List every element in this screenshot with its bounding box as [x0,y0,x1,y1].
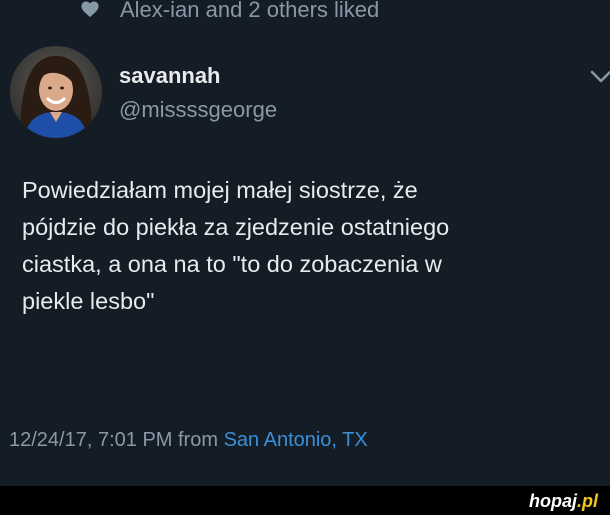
author-name[interactable]: savannah [119,62,221,90]
avatar[interactable] [10,46,102,138]
author-handle[interactable]: @missssgeorge [119,96,277,124]
watermark-logo: hopaj.pl [529,487,598,515]
watermark-name: hopaj [529,491,577,511]
chevron-down-icon[interactable] [590,70,610,84]
tweet-text-line: ciastka, a ona na to "to do zobaczenia w [22,251,442,277]
tweet-card: Alex-ian and 2 others liked savannah @mi… [0,0,610,486]
timestamp: 12/24/17, 7:01 PM from [9,429,224,451]
tweet-text: Powiedziałam mojej małej siostrze, że pó… [22,172,602,320]
social-context-text: Alex-ian and 2 others liked [120,0,380,22]
avatar-photo [10,46,102,138]
watermark-bar [0,486,610,515]
location-link[interactable]: San Antonio, TX [224,429,368,451]
heart-icon [81,1,99,18]
watermark-tld: .pl [577,491,598,511]
tweet-text-line: Powiedziałam mojej małej siostrze, że [22,177,418,203]
tweet-text-line: piekle lesbo" [22,288,155,314]
tweet-meta: 12/24/17, 7:01 PM from San Antonio, TX [9,425,368,455]
tweet-text-line: pójdzie do piekła za zjedzenie ostatnieg… [22,214,450,240]
